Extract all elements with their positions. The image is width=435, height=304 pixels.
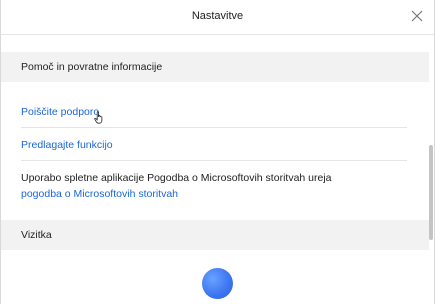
business-card-section-title: Vizitka <box>21 229 52 241</box>
hand-cursor-icon <box>94 111 103 124</box>
help-section-title: Pomoč in povratne informacije <box>21 61 163 73</box>
title-bar: Nastavitve <box>1 0 434 35</box>
terms-text: Uporabo spletne aplikacije Pogodba o Mic… <box>21 172 332 184</box>
settings-dialog: Nastavitve Pomoč in povratne informacije… <box>0 0 435 304</box>
suggest-feature-link[interactable]: Predlagajte funkcijo <box>21 139 113 151</box>
dialog-title: Nastavitve <box>191 10 244 22</box>
divider <box>21 160 407 161</box>
find-support-link[interactable]: Poiščite podporo <box>21 106 99 118</box>
close-icon[interactable] <box>410 9 424 23</box>
divider <box>21 127 407 128</box>
scrollbar[interactable] <box>429 145 433 240</box>
help-section-header: Pomoč in povratne informacije <box>1 52 429 82</box>
business-card-section-header: Vizitka <box>1 220 429 250</box>
services-agreement-link[interactable]: pogodba o Microsoftovih storitvah <box>21 188 178 200</box>
avatar[interactable] <box>202 268 233 299</box>
